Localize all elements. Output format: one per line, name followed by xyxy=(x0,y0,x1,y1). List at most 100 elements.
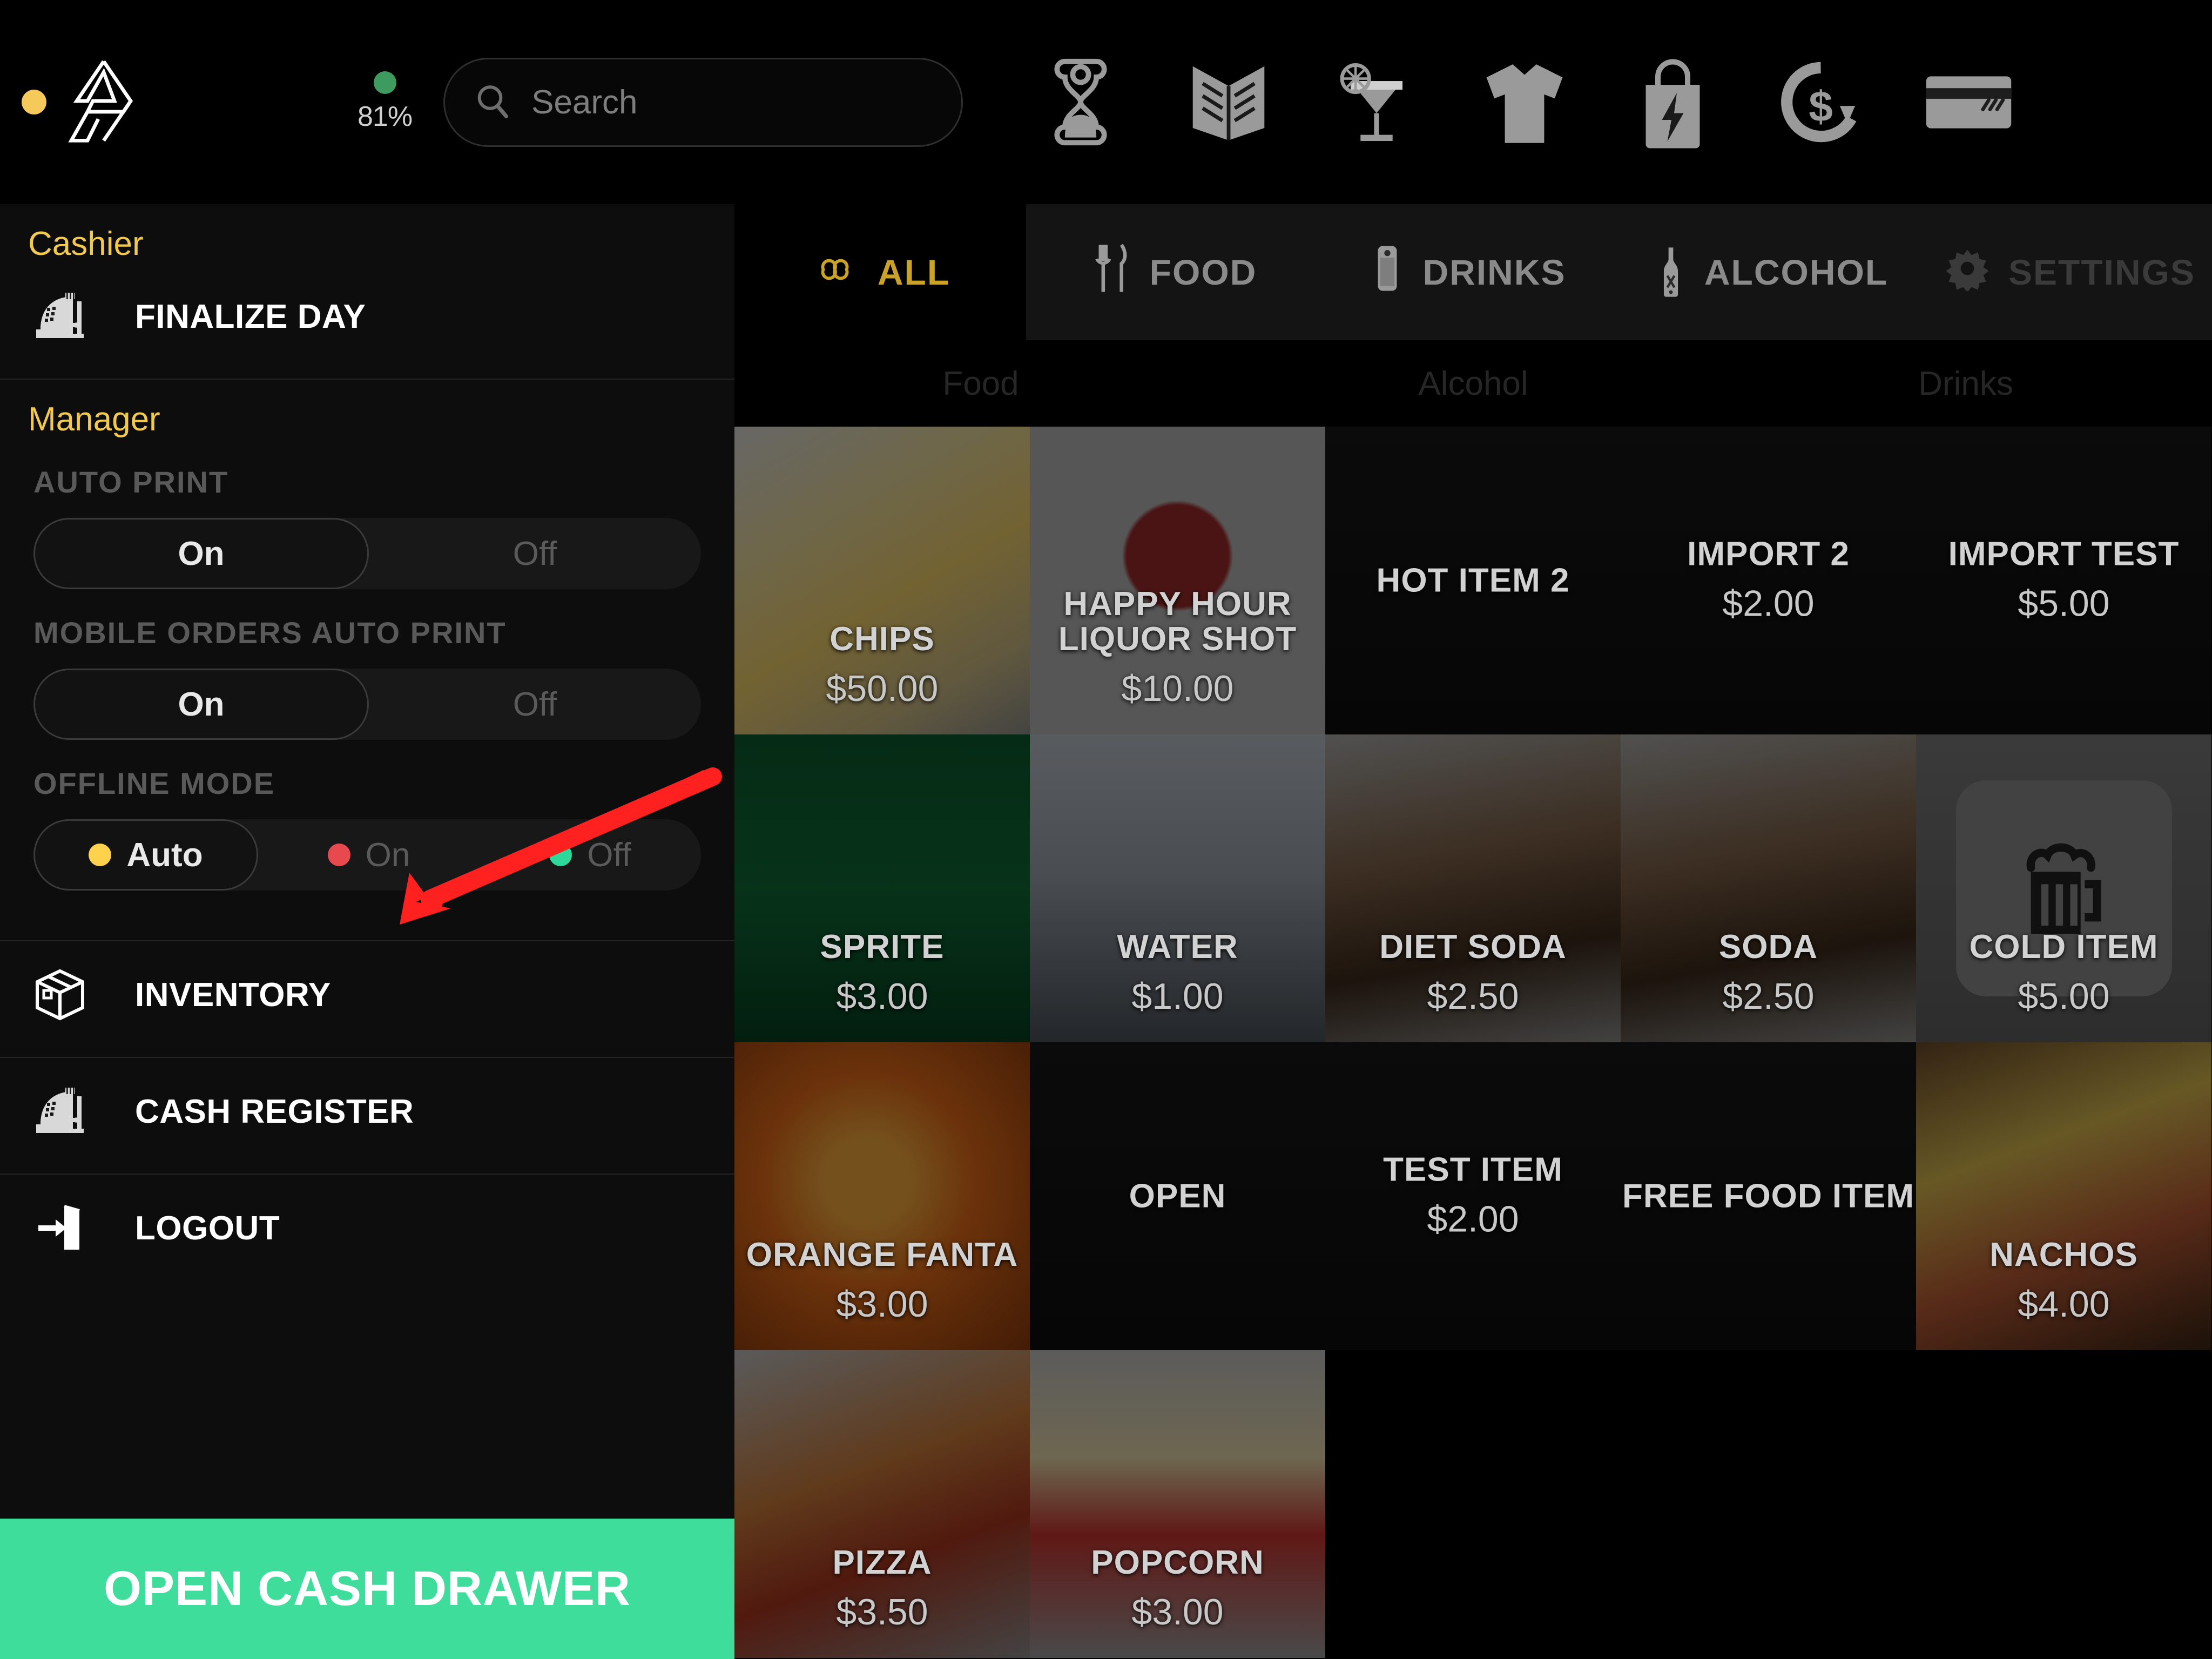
subcategory-alcohol[interactable]: Alcohol xyxy=(1227,365,1719,403)
tab-alcohol[interactable]: ALCOHOL xyxy=(1616,204,1928,340)
sidebar-item-cash-register[interactable]: CASH REGISTER xyxy=(0,1058,734,1175)
shopping-bag-bolt-icon[interactable] xyxy=(1618,48,1727,156)
mobile-auto-print-on-option[interactable]: On xyxy=(33,669,369,740)
mobile-orders-auto-print-label: MOBILE ORDERS AUTO PRINT xyxy=(33,616,507,650)
product-name: HAPPY HOUR LIQUOR SHOT xyxy=(1058,585,1297,658)
battery-status-dot xyxy=(373,71,396,94)
offline-mode-toggle[interactable]: Auto On Off xyxy=(33,819,701,891)
tab-label: SETTINGS xyxy=(2008,252,2196,292)
search-bar[interactable] xyxy=(443,57,963,147)
offline-mode-auto-option[interactable]: Auto xyxy=(33,819,258,891)
sidebar-item-label: FINALIZE DAY xyxy=(135,298,366,335)
sidebar-item-inventory[interactable]: INVENTORY xyxy=(0,940,734,1058)
open-book-icon[interactable] xyxy=(1175,48,1283,156)
product-tile[interactable]: IMPORT TEST $5.00 xyxy=(1916,427,2211,734)
product-name: HOT ITEM 2 xyxy=(1376,562,1570,599)
tab-label: FOOD xyxy=(1149,252,1257,292)
main-content: ALL FOOD DRINKS ALCOHOL SETTINGS Food Al… xyxy=(734,204,2212,1659)
mobile-auto-print-off-option[interactable]: Off xyxy=(369,669,701,740)
product-tile[interactable]: COLD ITEM $5.00 xyxy=(1916,734,2211,1042)
tab-drinks[interactable]: DRINKS xyxy=(1321,204,1616,340)
product-price: $3.00 xyxy=(1131,1591,1224,1633)
tab-label: ALL xyxy=(877,252,950,292)
subcategory-food[interactable]: Food xyxy=(734,365,1227,403)
credit-card-icon[interactable] xyxy=(1914,48,2022,156)
product-name: COLD ITEM xyxy=(1969,928,2159,966)
product-tile[interactable]: OPEN xyxy=(1030,1042,1325,1350)
product-price: $50.00 xyxy=(826,668,939,709)
product-tile[interactable]: CHIPS $50.00 xyxy=(734,427,1030,734)
category-tabs: ALL FOOD DRINKS ALCOHOL SETTINGS xyxy=(734,204,2212,340)
product-tile[interactable]: HAPPY HOUR LIQUOR SHOT $10.00 xyxy=(1030,427,1325,734)
offline-off-dot xyxy=(549,844,572,866)
product-tile[interactable]: NACHOS $4.00 xyxy=(1916,1042,2211,1350)
manager-section: Manager AUTO PRINT On Off MOBILE ORDERS … xyxy=(0,380,734,940)
sidebar-item-label: INVENTORY xyxy=(135,976,331,1014)
sidebar-item-logout[interactable]: LOGOUT xyxy=(0,1175,734,1290)
tab-settings[interactable]: SETTINGS xyxy=(1928,204,2212,340)
subcategory-drinks[interactable]: Drinks xyxy=(1719,365,2212,403)
open-cash-drawer-button[interactable]: OPEN CASH DRAWER xyxy=(0,1519,734,1659)
offline-auto-dot xyxy=(89,844,112,866)
product-tile[interactable]: WATER $1.00 xyxy=(1030,734,1325,1042)
product-price: $2.50 xyxy=(1722,976,1815,1017)
cashier-section: Cashier FINALIZE DAY xyxy=(0,204,734,380)
connection-status-dot xyxy=(22,90,46,114)
product-price: $2.00 xyxy=(1722,583,1815,624)
offline-mode-label: OFFLINE MODE xyxy=(33,766,275,800)
subcategory-row: Food Alcohol Drinks xyxy=(734,340,2212,427)
battery-percent-label: 81% xyxy=(358,101,413,132)
product-price: $1.00 xyxy=(1131,976,1224,1017)
product-name: SPRITE xyxy=(820,928,945,966)
mobile-orders-auto-print-toggle[interactable]: On Off xyxy=(33,669,701,740)
auto-print-off-option[interactable]: Off xyxy=(369,518,701,589)
product-tile[interactable]: TEST ITEM $2.00 xyxy=(1325,1042,1621,1350)
product-price: $10.00 xyxy=(1121,668,1234,709)
sidebar-item-label: LOGOUT xyxy=(135,1209,280,1247)
product-tile[interactable]: IMPORT 2 $2.00 xyxy=(1621,427,1916,734)
product-price: $3.00 xyxy=(836,1284,928,1325)
bottle-icon xyxy=(1663,247,1678,297)
auto-print-label: AUTO PRINT xyxy=(33,465,229,499)
product-tile[interactable]: ORANGE FANTA $3.00 xyxy=(734,1042,1030,1350)
offline-on-dot xyxy=(327,844,350,866)
tshirt-icon[interactable] xyxy=(1471,48,1579,156)
offline-mode-off-option[interactable]: Off xyxy=(480,819,701,891)
product-tile[interactable]: SPRITE $3.00 xyxy=(734,734,1030,1042)
search-input[interactable] xyxy=(531,83,934,122)
sidebar-item-finalize-day[interactable]: FINALIZE DAY xyxy=(0,263,734,379)
offline-mode-on-option[interactable]: On xyxy=(258,819,480,891)
product-tile[interactable]: HOT ITEM 2 xyxy=(1325,427,1621,734)
product-grid: CHIPS $50.00 HAPPY HOUR LIQUOR SHOT $10.00 HO… xyxy=(734,427,2212,1659)
auto-print-on-option[interactable]: On xyxy=(33,518,369,589)
product-tile[interactable]: PIZZA $3.50 xyxy=(734,1350,1030,1658)
toolbar-icon-group: $ xyxy=(1027,48,2022,156)
hourglass-icon[interactable] xyxy=(1027,48,1135,156)
product-tile[interactable]: POPCORN $3.00 xyxy=(1030,1350,1325,1658)
logo-a-icon[interactable] xyxy=(60,55,141,150)
tab-label: ALCOHOL xyxy=(1704,252,1889,292)
product-tile[interactable]: DIET SODA $2.50 xyxy=(1325,734,1621,1042)
product-price: $2.50 xyxy=(1427,976,1519,1017)
cash-register-icon xyxy=(28,1080,92,1143)
product-tile[interactable]: FREE FOOD ITEM xyxy=(1621,1042,1916,1350)
product-price: $5.00 xyxy=(2018,976,2110,1017)
soda-can-icon xyxy=(1371,242,1404,302)
tab-all[interactable]: ALL xyxy=(734,204,1026,340)
product-price: $5.00 xyxy=(2018,583,2110,624)
infinity-icon xyxy=(811,252,859,293)
refund-icon[interactable]: $ xyxy=(1766,48,1874,156)
product-name: FREE FOOD ITEM xyxy=(1622,1177,1914,1215)
cash-register-icon xyxy=(28,285,92,348)
product-name: ORANGE FANTA xyxy=(746,1236,1019,1273)
tab-food[interactable]: FOOD xyxy=(1026,204,1321,340)
product-name: POPCORN xyxy=(1091,1543,1264,1581)
manager-heading: Manager xyxy=(28,401,160,438)
brand-group xyxy=(22,55,141,150)
cocktail-icon[interactable] xyxy=(1323,48,1431,156)
auto-print-toggle[interactable]: On Off xyxy=(33,518,701,589)
product-name: PIZZA xyxy=(832,1543,932,1581)
product-tile[interactable]: SODA $2.50 xyxy=(1621,734,1916,1042)
product-name: TEST ITEM xyxy=(1383,1151,1563,1189)
logout-icon xyxy=(28,1196,92,1260)
